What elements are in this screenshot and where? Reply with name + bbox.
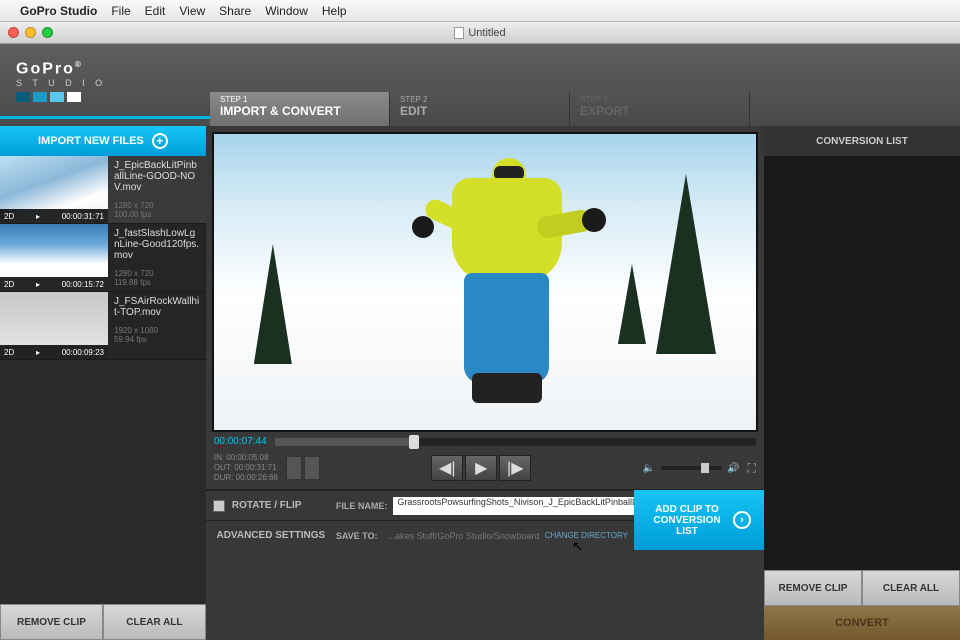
video-preview[interactable]: [212, 132, 758, 432]
conversion-list-header: CONVERSION LIST: [764, 126, 960, 156]
volume-low-icon: 🔈: [643, 463, 655, 474]
window-close-button[interactable]: [8, 27, 19, 38]
app-header: GoPro® S T U D I O STEP 1 IMPORT & CONVE…: [0, 44, 960, 126]
conversion-remove-clip-button[interactable]: REMOVE CLIP: [764, 570, 862, 606]
volume-slider[interactable]: [661, 466, 721, 470]
step-forward-button[interactable]: |▶: [499, 455, 531, 481]
clip-filename: J_fastSlashLowLgnLine-Good120fps.mov: [114, 228, 200, 261]
clip-item[interactable]: 2D▸00:00:09:23 J_FSAirRockWallhit-TOP.mo…: [0, 292, 206, 360]
rotate-flip-label: ROTATE / FLIP: [232, 500, 336, 511]
clip-thumbnail: 2D▸00:00:09:23: [0, 292, 108, 359]
step-back-button[interactable]: ◀|: [431, 455, 463, 481]
plus-icon: +: [152, 133, 168, 149]
clip-thumbnail: 2D▸00:00:31:71: [0, 156, 108, 223]
step-export: STEP 3 EXPORT: [570, 92, 750, 126]
clip-item[interactable]: 2D▸00:00:15:72 J_fastSlashLowLgnLine-Goo…: [0, 224, 206, 292]
play-button[interactable]: ▶: [465, 455, 497, 481]
clip-filename: J_EpicBackLitPinballLine-GOOD-NOV.mov: [114, 160, 200, 193]
convert-button[interactable]: CONVERT: [764, 606, 960, 640]
rotate-flip-checkbox[interactable]: [213, 500, 225, 512]
window-title-text: Untitled: [468, 27, 505, 39]
menu-help[interactable]: Help: [322, 4, 347, 18]
mark-in-button[interactable]: [286, 456, 302, 480]
window-titlebar: Untitled: [0, 22, 960, 44]
conversion-list-body: [764, 156, 960, 570]
step-edit[interactable]: STEP 2 EDIT: [390, 92, 570, 126]
media-panel: IMPORT NEW FILES + 2D▸00:00:31:71 J_Epic…: [0, 126, 206, 640]
menu-window[interactable]: Window: [265, 4, 308, 18]
remove-clip-button[interactable]: REMOVE CLIP: [0, 604, 103, 640]
step-import-convert[interactable]: STEP 1 IMPORT & CONVERT: [210, 92, 390, 126]
menu-share[interactable]: Share: [219, 4, 251, 18]
filename-label: FILE NAME:: [336, 501, 388, 511]
viewer-panel: 00:00:07:44 IN: 00:00:05:08OUT: 00:00:31…: [206, 126, 764, 640]
clip-thumbnail: 2D▸00:00:15:72: [0, 224, 108, 291]
conversion-panel: CONVERSION LIST REMOVE CLIP CLEAR ALL CO…: [764, 126, 960, 640]
playhead-timecode: 00:00:07:44: [214, 436, 267, 447]
mac-menubar: GoPro Studio File Edit View Share Window…: [0, 0, 960, 22]
clear-all-button[interactable]: CLEAR ALL: [103, 604, 206, 640]
add-to-conversion-list-button[interactable]: ADD CLIP TO CONVERSION LIST ›: [634, 490, 764, 550]
document-icon: [454, 27, 464, 39]
fullscreen-button[interactable]: ⛶: [748, 461, 756, 476]
import-new-files-button[interactable]: IMPORT NEW FILES +: [0, 126, 206, 156]
window-minimize-button[interactable]: [25, 27, 36, 38]
clip-filename: J_FSAirRockWallhit-TOP.mov: [114, 296, 200, 318]
gopro-logo: GoPro® S T U D I O: [16, 60, 106, 102]
menubar-appname[interactable]: GoPro Studio: [20, 4, 97, 18]
filename-input[interactable]: GrassrootsPowsurfingShots_Nivison_J_Epic…: [393, 497, 634, 515]
clip-item[interactable]: 2D▸00:00:31:71 J_EpicBackLitPinballLine-…: [0, 156, 206, 224]
menu-file[interactable]: File: [111, 4, 130, 18]
menu-edit[interactable]: Edit: [145, 4, 166, 18]
saveto-path: ...akes Stuff/GoPro Studio/Snowboard Con…: [388, 531, 539, 541]
scrub-bar[interactable]: [275, 438, 756, 446]
arrow-right-icon: ›: [733, 511, 751, 529]
conversion-clear-all-button[interactable]: CLEAR ALL: [862, 570, 960, 606]
advanced-settings-button[interactable]: ADVANCED SETTINGS: [206, 530, 336, 541]
menu-view[interactable]: View: [179, 4, 205, 18]
in-out-readout: IN: 00:00:05:08OUT: 00:00:31:71DUR: 00:0…: [214, 453, 278, 483]
saveto-label: SAVE TO:: [336, 531, 378, 541]
volume-high-icon: 🔊: [727, 463, 739, 474]
mark-out-button[interactable]: [304, 456, 320, 480]
change-directory-link[interactable]: CHANGE DIRECTORY: [545, 531, 628, 540]
window-zoom-button[interactable]: [42, 27, 53, 38]
